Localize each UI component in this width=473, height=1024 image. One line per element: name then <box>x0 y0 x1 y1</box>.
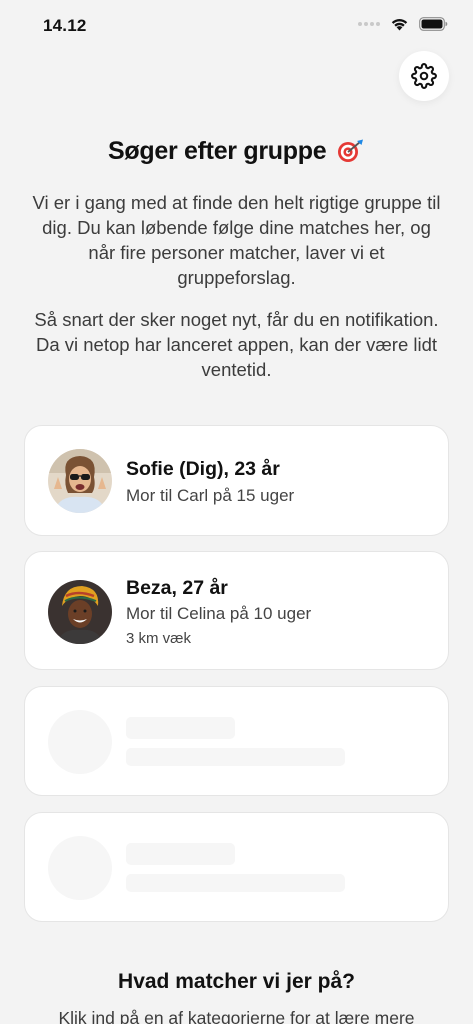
placeholder-card <box>24 686 449 796</box>
member-distance: 3 km væk <box>126 630 192 647</box>
wifi-icon <box>391 19 408 31</box>
avatar <box>48 449 112 513</box>
signal-icon <box>358 22 380 26</box>
dart-target-icon <box>337 139 363 162</box>
matching-section-title: Hvad matcher vi jer på? <box>118 970 355 993</box>
placeholder-avatar <box>48 836 112 900</box>
battery-icon <box>419 17 448 31</box>
status-icons <box>358 17 448 31</box>
placeholder-line <box>126 843 235 865</box>
search-group-screen: 14.12 Søger efter gruppe Vi er i gang me… <box>0 0 473 1024</box>
placeholder-line <box>126 717 235 739</box>
status-time: 14.12 <box>43 16 87 35</box>
placeholder-line <box>126 748 345 766</box>
placeholder-avatar <box>48 710 112 774</box>
member-name: Sofie (Dig), 23 år <box>126 458 280 480</box>
settings-button[interactable] <box>399 51 449 101</box>
member-child-info: Mor til Celina på 10 uger <box>126 604 312 623</box>
page-title: Søger efter gruppe <box>0 137 473 166</box>
matching-section-subtitle: Klik ind på en af kategorierne for at læ… <box>58 1008 415 1024</box>
placeholder-line <box>126 874 345 892</box>
placeholder-card <box>24 812 449 922</box>
notification-paragraph: Så snart der sker noget nyt, får du en n… <box>34 309 439 380</box>
member-name: Beza, 27 år <box>126 577 228 599</box>
member-card-beza[interactable]: Beza, 27 år Mor til Celina på 10 uger 3 … <box>24 551 449 670</box>
status-bar: 14.12 <box>0 0 473 52</box>
member-child-info: Mor til Carl på 15 uger <box>126 486 295 505</box>
member-card-sofie[interactable]: Sofie (Dig), 23 år Mor til Carl på 15 ug… <box>24 425 449 536</box>
intro-paragraph: Vi er i gang med at finde den helt rigti… <box>32 192 441 288</box>
gear-icon <box>411 63 437 89</box>
avatar <box>48 580 112 644</box>
page-title-text: Søger efter gruppe <box>108 137 327 165</box>
